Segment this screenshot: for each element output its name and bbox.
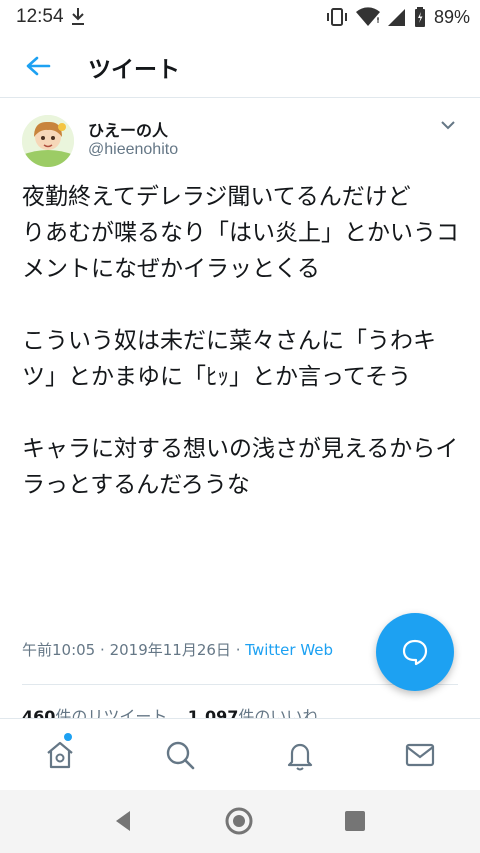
download-icon — [72, 8, 84, 25]
system-back-button[interactable] — [108, 806, 138, 836]
home-badge — [64, 733, 72, 741]
wifi-icon — [355, 7, 380, 27]
home-icon — [47, 741, 73, 769]
app-header: ツイート — [0, 34, 480, 98]
tweet-meta: 午前10:05 · 2019年11月26日 · Twitter Web — [22, 639, 333, 660]
vibrate-icon — [326, 8, 347, 26]
system-recents-button[interactable] — [340, 806, 370, 836]
status-time: 12:54 — [16, 6, 64, 27]
page-title: ツイート — [88, 57, 180, 83]
back-button[interactable] — [20, 50, 56, 82]
home-circle-icon — [225, 807, 253, 835]
search-icon — [166, 741, 195, 770]
tweet-date: 2019年11月26日 — [109, 641, 231, 659]
battery-icon — [414, 7, 425, 27]
reply-bubble-icon — [402, 639, 428, 666]
reply-fab-button[interactable] — [376, 613, 454, 691]
signal-icon — [387, 9, 405, 26]
author-display-name[interactable]: ひえーの人 — [88, 117, 168, 141]
battery-percent: 89% — [433, 6, 470, 27]
nav-messages[interactable] — [400, 735, 440, 775]
tweet-text: 夜勤終えてデレラジ聞いてるんだけど りあむが喋るなり「はい炎上」とかいうコメント… — [22, 184, 459, 498]
nav-home[interactable] — [40, 733, 80, 775]
messages-icon — [405, 743, 435, 767]
tweet-time: 午前10:05 — [22, 641, 96, 659]
back-arrow-icon — [26, 56, 51, 76]
nav-search[interactable] — [160, 735, 200, 775]
tweet-source-link[interactable]: Twitter Web — [245, 641, 333, 659]
chevron-down-icon[interactable] — [440, 119, 456, 131]
system-home-button[interactable] — [224, 806, 254, 836]
system-nav-bar — [0, 790, 480, 853]
author-handle[interactable]: @hieenohito — [88, 141, 178, 159]
recents-square-icon — [345, 811, 365, 831]
avatar-illustration — [22, 115, 74, 167]
status-bar: 12:54 89% — [0, 0, 480, 34]
notifications-icon — [287, 743, 313, 771]
avatar[interactable] — [22, 115, 74, 167]
nav-notifications[interactable] — [280, 735, 320, 775]
back-triangle-icon — [116, 811, 130, 831]
bottom-nav — [0, 718, 480, 790]
meta-separator: · — [100, 641, 105, 659]
status-icons: 89% — [326, 6, 470, 28]
meta-separator: · — [235, 641, 241, 659]
